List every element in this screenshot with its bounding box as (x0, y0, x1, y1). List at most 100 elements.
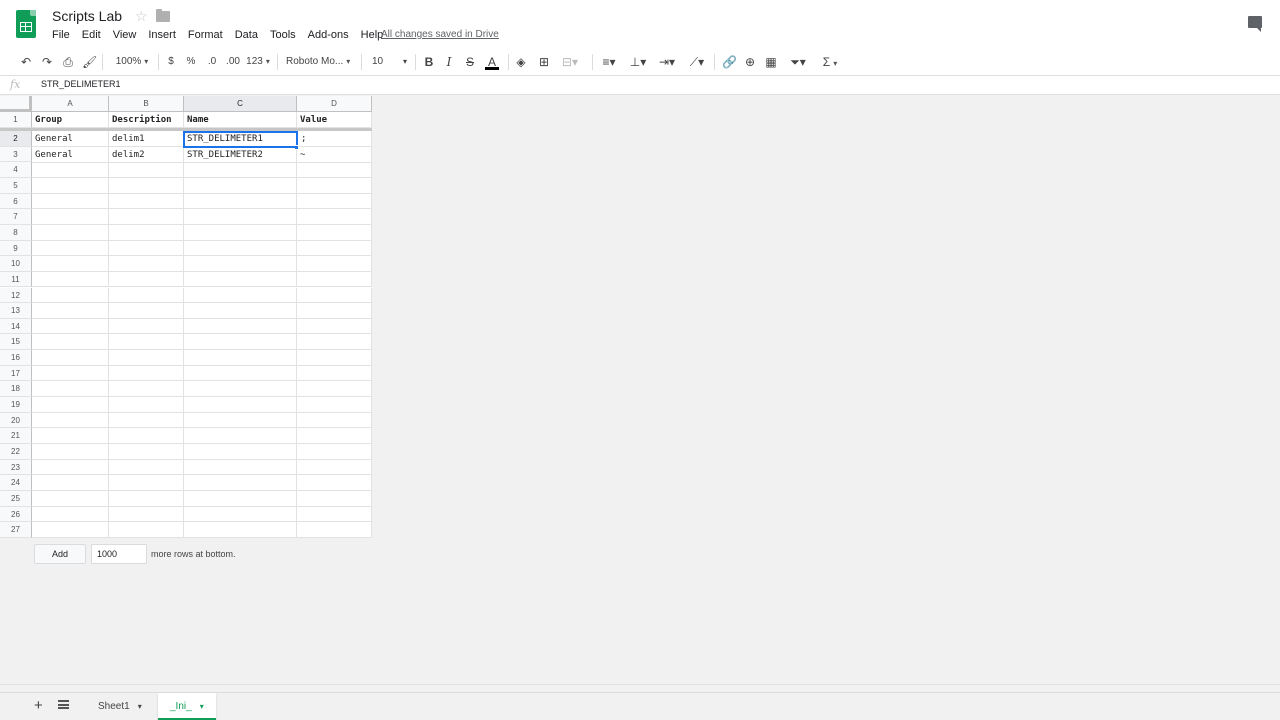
empty-cell[interactable] (109, 318, 184, 335)
menu-format[interactable]: Format (182, 28, 229, 42)
empty-cell[interactable] (109, 271, 184, 288)
empty-cell[interactable] (297, 287, 372, 304)
folder-icon[interactable] (156, 9, 170, 22)
empty-cell[interactable] (109, 381, 184, 398)
functions-button[interactable]: Σ (818, 54, 842, 70)
empty-cell[interactable] (32, 444, 109, 460)
cell-b2[interactable]: delim1 (109, 131, 184, 147)
empty-cell[interactable] (109, 287, 184, 304)
all-sheets-icon[interactable] (58, 700, 69, 709)
empty-cell[interactable] (184, 240, 297, 257)
menu-edit[interactable]: Edit (76, 28, 107, 42)
empty-cell[interactable] (297, 334, 372, 351)
empty-cell[interactable] (32, 506, 109, 523)
empty-cell[interactable] (184, 459, 297, 476)
empty-cell[interactable] (109, 177, 184, 194)
empty-cell[interactable] (297, 303, 372, 319)
row-header-21[interactable]: 21 (0, 428, 32, 444)
empty-cell[interactable] (32, 209, 109, 225)
insert-comment-icon[interactable]: ⊕ (743, 54, 757, 70)
cell-d2[interactable]: ; (298, 131, 372, 147)
empty-cell[interactable] (32, 162, 109, 178)
rows-count-input[interactable]: 1000 (91, 544, 147, 564)
row-header-9[interactable]: 9 (0, 240, 32, 257)
empty-cell[interactable] (184, 397, 297, 413)
empty-cell[interactable] (184, 303, 297, 319)
empty-cell[interactable] (32, 459, 109, 476)
menu-data[interactable]: Data (229, 28, 264, 42)
cell-d1[interactable]: Value (297, 112, 372, 128)
italic-button[interactable]: I (443, 54, 455, 70)
row-header-12[interactable]: 12 (0, 287, 32, 304)
decrease-decimal-button[interactable]: .0 (204, 54, 220, 70)
menu-insert[interactable]: Insert (142, 28, 182, 42)
empty-cell[interactable] (109, 412, 184, 429)
row-header-19[interactable]: 19 (0, 397, 32, 413)
row-header-20[interactable]: 20 (0, 412, 32, 429)
font-size-select[interactable]: 10 (372, 54, 384, 70)
row-header-26[interactable]: 26 (0, 506, 32, 523)
redo-icon[interactable]: ↷ (40, 54, 54, 70)
filter-icon[interactable]: ⏷▾ (786, 54, 810, 70)
menu-addons[interactable]: Add-ons (302, 28, 355, 42)
empty-cell[interactable] (32, 334, 109, 351)
empty-cell[interactable] (32, 240, 109, 257)
empty-cell[interactable] (109, 240, 184, 257)
empty-cell[interactable] (32, 256, 109, 272)
empty-cell[interactable] (109, 256, 184, 272)
empty-cell[interactable] (184, 177, 297, 194)
column-header-c[interactable]: C (184, 96, 297, 112)
save-status-link[interactable]: All changes saved in Drive (381, 29, 499, 40)
empty-cell[interactable] (109, 428, 184, 444)
formula-input[interactable]: STR_DELIMETER1 (41, 79, 121, 89)
row-header-4[interactable]: 4 (0, 162, 32, 178)
empty-cell[interactable] (297, 350, 372, 366)
row-header-8[interactable]: 8 (0, 224, 32, 241)
empty-cell[interactable] (32, 224, 109, 241)
empty-cell[interactable] (184, 318, 297, 335)
cell-c3[interactable]: STR_DELIMETER2 (184, 147, 297, 163)
row-header-24[interactable]: 24 (0, 475, 32, 491)
empty-cell[interactable] (109, 350, 184, 366)
cell-b1[interactable]: Description (109, 112, 184, 128)
empty-cell[interactable] (109, 365, 184, 382)
empty-cell[interactable] (184, 412, 297, 429)
cell-a3[interactable]: General (32, 147, 109, 163)
empty-cell[interactable] (297, 522, 372, 538)
empty-cell[interactable] (297, 224, 372, 241)
zoom-select[interactable]: 100% (112, 54, 152, 70)
empty-cell[interactable] (109, 224, 184, 241)
empty-cell[interactable] (109, 334, 184, 351)
row-header-11[interactable]: 11 (0, 271, 32, 288)
insert-chart-icon[interactable]: ▦ (764, 54, 778, 70)
undo-icon[interactable]: ↶ (19, 54, 33, 70)
empty-cell[interactable] (184, 506, 297, 523)
empty-cell[interactable] (297, 209, 372, 225)
empty-cell[interactable] (32, 350, 109, 366)
star-icon[interactable]: ☆ (135, 8, 148, 25)
horizontal-align-icon[interactable]: ≡▾ (598, 54, 620, 70)
empty-cell[interactable] (32, 428, 109, 444)
empty-cell[interactable] (297, 318, 372, 335)
row-header-22[interactable]: 22 (0, 444, 32, 460)
chevron-down-icon[interactable]: ▾ (200, 702, 204, 711)
empty-cell[interactable] (32, 490, 109, 507)
empty-cell[interactable] (184, 209, 297, 225)
empty-cell[interactable] (297, 365, 372, 382)
empty-cell[interactable] (184, 334, 297, 351)
empty-cell[interactable] (32, 271, 109, 288)
empty-cell[interactable] (297, 490, 372, 507)
strikethrough-button[interactable]: S (464, 54, 476, 70)
column-header-b[interactable]: B (109, 96, 184, 112)
empty-cell[interactable] (297, 193, 372, 210)
cell-c1[interactable]: Name (184, 112, 297, 128)
font-size-dropdown-icon[interactable]: ▾ (400, 54, 410, 70)
empty-cell[interactable] (109, 522, 184, 538)
empty-cell[interactable] (109, 162, 184, 178)
more-formats-select[interactable]: 123 (246, 54, 270, 70)
row-header-6[interactable]: 6 (0, 193, 32, 210)
insert-link-icon[interactable]: 🔗 (722, 54, 737, 70)
row-header-18[interactable]: 18 (0, 381, 32, 398)
row-header-3[interactable]: 3 (0, 146, 32, 163)
cell-a1[interactable]: Group (32, 112, 109, 128)
